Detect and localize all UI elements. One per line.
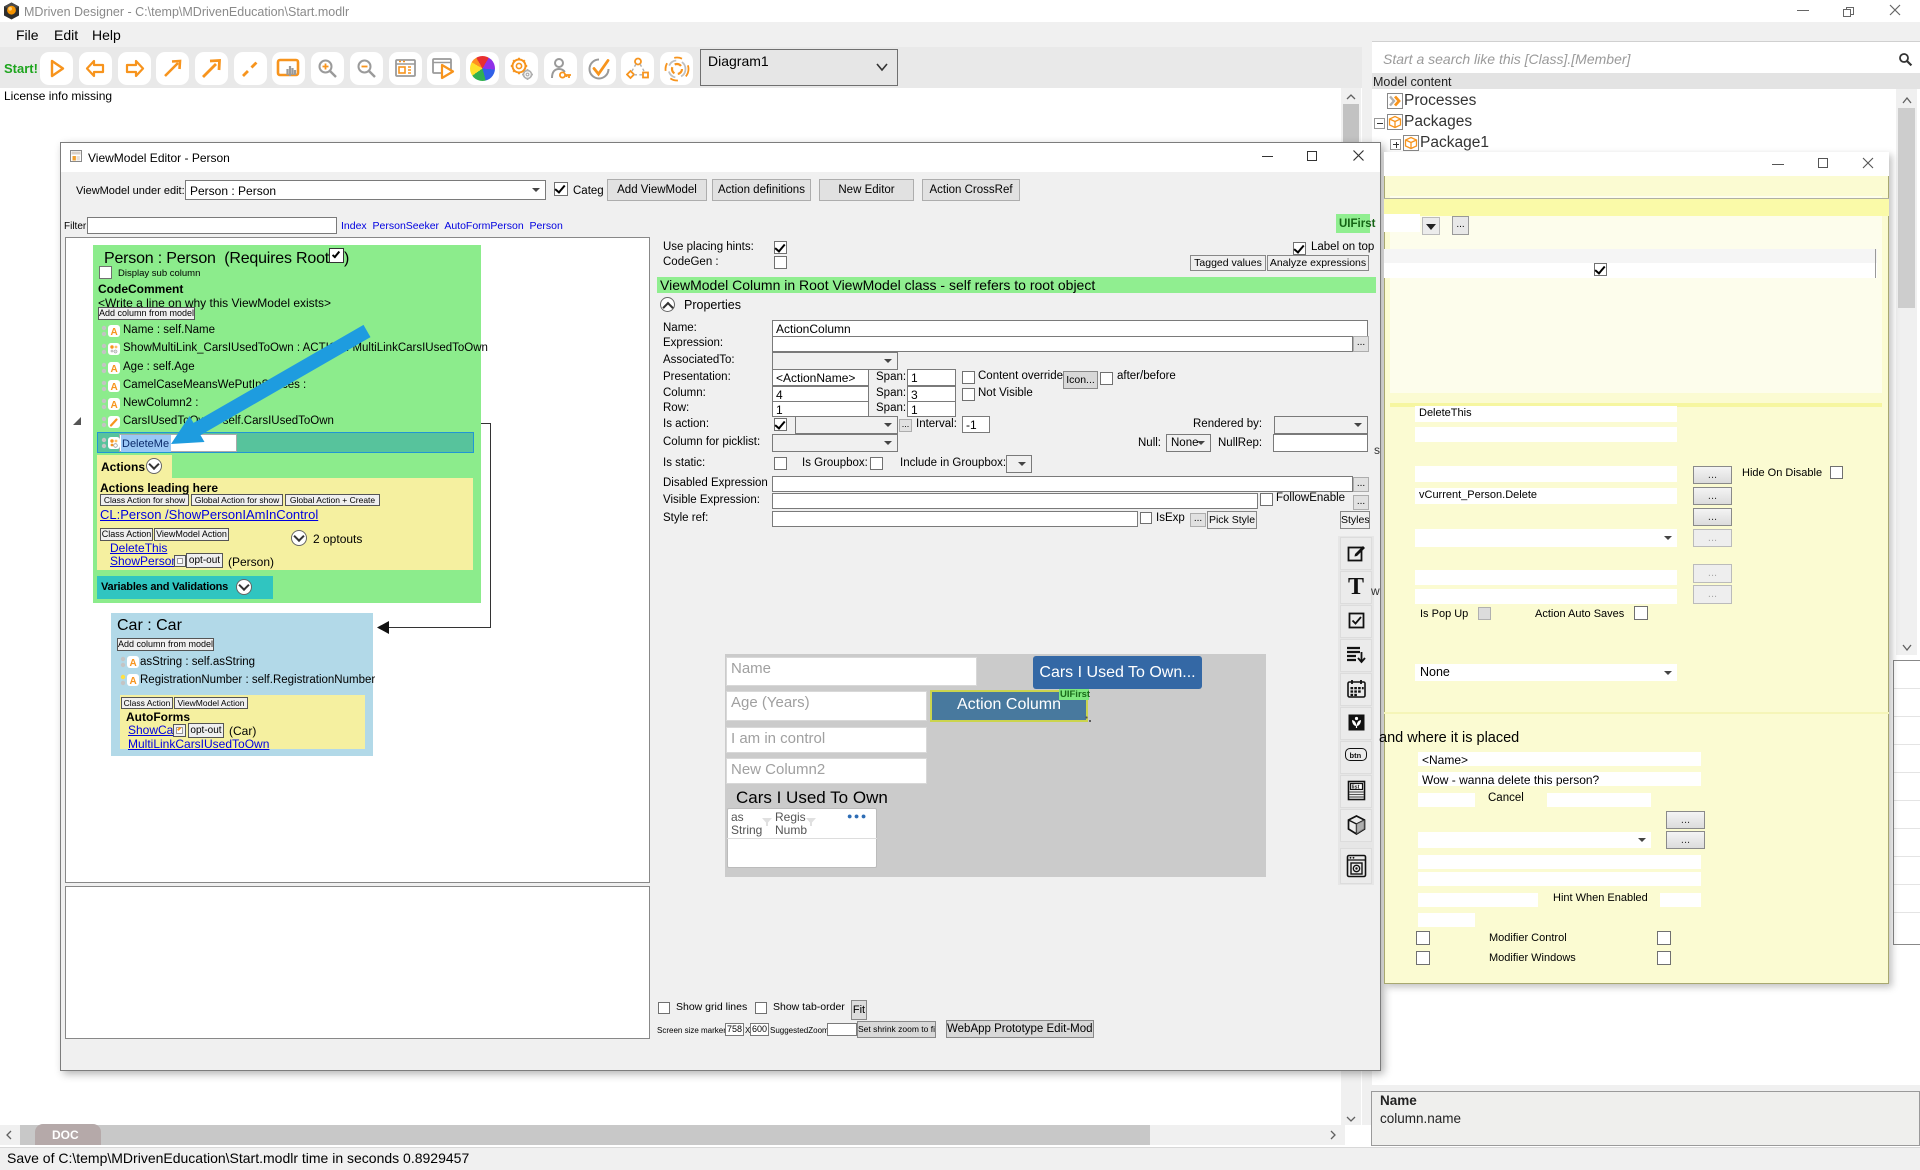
svg-text:A: A — [111, 364, 118, 375]
svg-text:A: A — [111, 400, 118, 411]
svg-text:A: A — [111, 382, 118, 393]
svg-text:A: A — [130, 658, 137, 669]
svg-text:A: A — [111, 327, 118, 338]
svg-text:list: list — [1352, 785, 1360, 791]
svg-text:A: A — [130, 676, 137, 687]
